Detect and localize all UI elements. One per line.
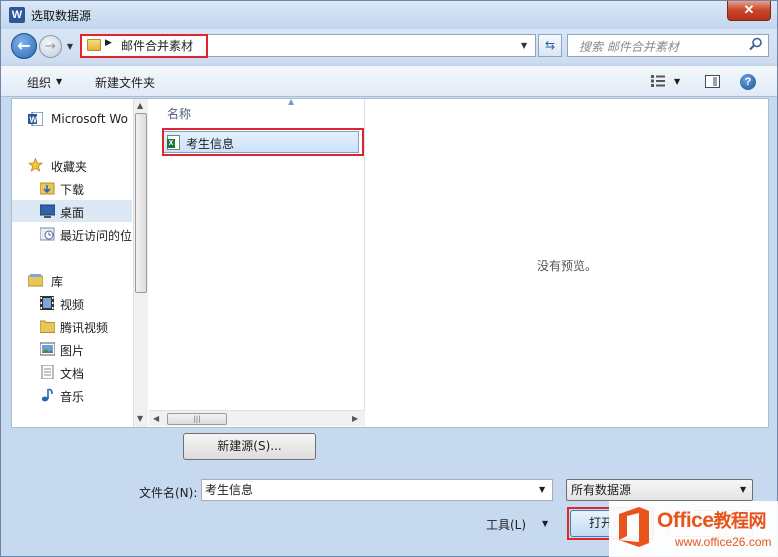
sidebar-item-videos[interactable]: 视频	[12, 292, 132, 314]
column-header-name[interactable]: ▲ 名称	[149, 97, 365, 123]
sidebar-item-documents[interactable]: 文档	[12, 361, 132, 383]
folder-icon	[39, 319, 56, 333]
sidebar-item-label: 收藏夹	[51, 160, 88, 174]
sidebar-item-label: 视频	[60, 298, 85, 312]
navigation-scrollbar[interactable]: ▲ ▼	[133, 99, 148, 427]
scrollbar-thumb[interactable]	[135, 113, 147, 293]
sidebar-item-favorites[interactable]: 收藏夹	[12, 154, 132, 176]
view-options-icon[interactable]	[651, 75, 665, 87]
search-icon[interactable]	[749, 37, 763, 51]
sidebar-item-recent-places[interactable]: 最近访问的位	[12, 223, 132, 245]
sidebar-item-label: 最近访问的位	[60, 229, 132, 243]
filename-input[interactable]: 考生信息	[201, 479, 553, 501]
sidebar-item-downloads[interactable]: 下载	[12, 177, 132, 199]
navigation-pane: W Microsoft Wo 收藏夹 下载 桌面 最近访问的位 库 视频 腾讯视…	[12, 99, 132, 427]
scrollbar-thumb[interactable]: |||	[167, 413, 227, 425]
office-logo-icon	[619, 507, 649, 547]
sidebar-item-music[interactable]: 音乐	[12, 384, 132, 406]
sidebar-item-label: 腾讯视频	[60, 321, 109, 335]
preview-pane: 没有预览。	[366, 99, 768, 427]
navigation-bar: ← → ▼ ▶ 邮件合并素材 ▼ ⇆ 搜索 邮件合并素材	[1, 29, 777, 63]
new-folder-button[interactable]: 新建文件夹	[95, 74, 155, 91]
library-icon	[27, 273, 44, 287]
address-dropdown-icon[interactable]: ▼	[521, 41, 527, 50]
search-placeholder[interactable]: 搜索 邮件合并素材	[579, 38, 679, 55]
sidebar-item-label: 库	[51, 275, 64, 289]
filename-dropdown-icon[interactable]: ▼	[539, 485, 545, 494]
video-icon	[40, 296, 55, 310]
file-list-pane: ▲ 名称 考生信息 ◀ ||| ▶	[149, 97, 365, 427]
new-source-button[interactable]: 新建源(S)...	[183, 433, 316, 460]
recent-places-icon	[39, 227, 55, 241]
horizontal-scrollbar[interactable]: ◀ ||| ▶	[149, 410, 365, 426]
scroll-right-icon[interactable]: ▶	[352, 414, 358, 423]
close-button[interactable]: ✕	[727, 1, 771, 21]
star-icon	[27, 157, 44, 172]
back-button[interactable]: ←	[11, 33, 37, 59]
sidebar-item-label: 文档	[60, 367, 85, 381]
browser-content: W Microsoft Wo 收藏夹 下载 桌面 最近访问的位 库 视频 腾讯视…	[11, 97, 769, 428]
sidebar-item-label: 音乐	[60, 390, 85, 404]
history-dropdown-icon[interactable]: ▼	[64, 41, 76, 53]
word-app-icon: W	[9, 7, 25, 23]
sidebar-item-label: Microsoft Wo	[51, 112, 128, 126]
scroll-up-icon[interactable]: ▲	[137, 101, 143, 110]
file-highlight-box	[162, 128, 364, 156]
address-highlight-box	[80, 34, 208, 58]
scroll-down-icon[interactable]: ▼	[137, 414, 143, 423]
filename-label: 文件名(N):	[139, 486, 198, 500]
organize-button[interactable]: 组织	[27, 74, 51, 91]
column-name-label: 名称	[167, 107, 192, 121]
preview-pane-icon[interactable]	[705, 75, 720, 88]
organize-dropdown-icon[interactable]: ▼	[56, 77, 62, 86]
watermark-url: www.office26.com	[675, 535, 772, 549]
sort-ascending-icon: ▲	[288, 97, 295, 106]
dialog-window: W 选取数据源 ✕ ← → ▼ ▶ 邮件合并素材 ▼ ⇆ 搜索 邮件合并素材 组…	[0, 0, 778, 557]
word-icon: W	[28, 111, 44, 127]
watermark-brand: Office教程网	[657, 507, 767, 533]
desktop-icon	[39, 204, 56, 218]
svg-text:W: W	[30, 116, 38, 125]
dialog-title: 选取数据源	[31, 9, 92, 23]
music-icon	[40, 388, 55, 402]
sidebar-item-microsoft-word[interactable]: W Microsoft Wo	[12, 108, 132, 130]
watermark-brand-cn: 教程网	[713, 511, 767, 532]
file-type-select[interactable]: 所有数据源	[566, 479, 753, 501]
sidebar-item-label: 图片	[60, 344, 85, 358]
file-type-dropdown-icon[interactable]: ▼	[740, 485, 746, 494]
scroll-left-icon[interactable]: ◀	[153, 414, 159, 423]
no-preview-text: 没有预览。	[536, 259, 597, 273]
sidebar-item-tencent-video[interactable]: 腾讯视频	[12, 315, 132, 337]
help-icon[interactable]: ?	[740, 74, 756, 90]
sidebar-item-libraries[interactable]: 库	[12, 269, 132, 291]
tools-button[interactable]: 工具(L)	[486, 516, 526, 533]
office26-watermark: Office教程网 www.office26.com	[609, 501, 778, 557]
picture-icon	[39, 342, 56, 356]
refresh-button[interactable]: ⇆	[538, 34, 562, 57]
sidebar-item-label: 桌面	[60, 206, 85, 220]
forward-button[interactable]: →	[39, 35, 62, 58]
download-folder-icon	[39, 181, 55, 195]
title-bar[interactable]: W 选取数据源 ✕	[1, 1, 777, 29]
command-toolbar: 组织 ▼ 新建文件夹 ▼ ?	[1, 65, 777, 97]
document-icon	[40, 364, 55, 380]
view-dropdown-icon[interactable]: ▼	[674, 77, 680, 86]
sidebar-item-desktop[interactable]: 桌面	[12, 200, 132, 222]
sidebar-item-label: 下载	[60, 183, 85, 197]
sidebar-item-pictures[interactable]: 图片	[12, 338, 132, 360]
watermark-brand-en: Office	[657, 509, 714, 532]
tools-dropdown-icon[interactable]: ▼	[542, 519, 548, 528]
